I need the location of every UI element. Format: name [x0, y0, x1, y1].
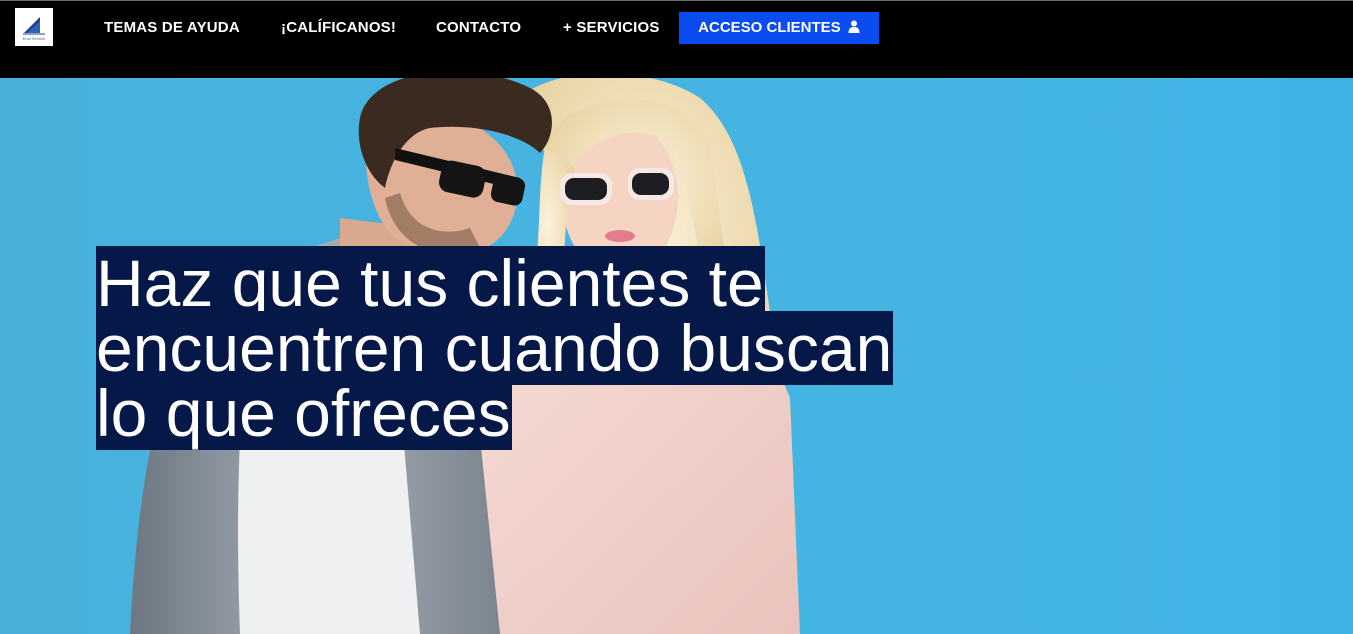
- hero-banner: Haz que tus clientes te encuentren cuand…: [0, 78, 1353, 634]
- headline-line-1: Haz que tus clientes te: [96, 246, 765, 320]
- nav-item-temas-de-ayuda[interactable]: TEMAS DE AYUDA: [104, 18, 240, 38]
- acceso-clientes-button[interactable]: ACCESO CLIENTES: [679, 12, 879, 44]
- top-navigation-bar: Enid Service TEMAS DE AYUDA ¡CALÍFICANOS…: [0, 0, 1353, 78]
- nav-item-calificanos[interactable]: ¡CALÍFICANOS!: [281, 18, 396, 38]
- hero-headline: Haz que tus clientes te encuentren cuand…: [96, 246, 896, 450]
- logo-caption: Enid Service: [22, 36, 46, 41]
- company-logo[interactable]: Enid Service: [15, 8, 53, 46]
- nav-item-contacto[interactable]: CONTACTO: [436, 18, 521, 38]
- headline-line-2: encuentren cuando buscan: [96, 311, 894, 385]
- nav-item-servicios[interactable]: + SERVICIOS: [563, 18, 660, 38]
- headline-line-3: lo que ofreces: [96, 376, 512, 450]
- user-icon: [848, 20, 860, 33]
- acceso-clientes-label: ACCESO CLIENTES: [698, 19, 841, 36]
